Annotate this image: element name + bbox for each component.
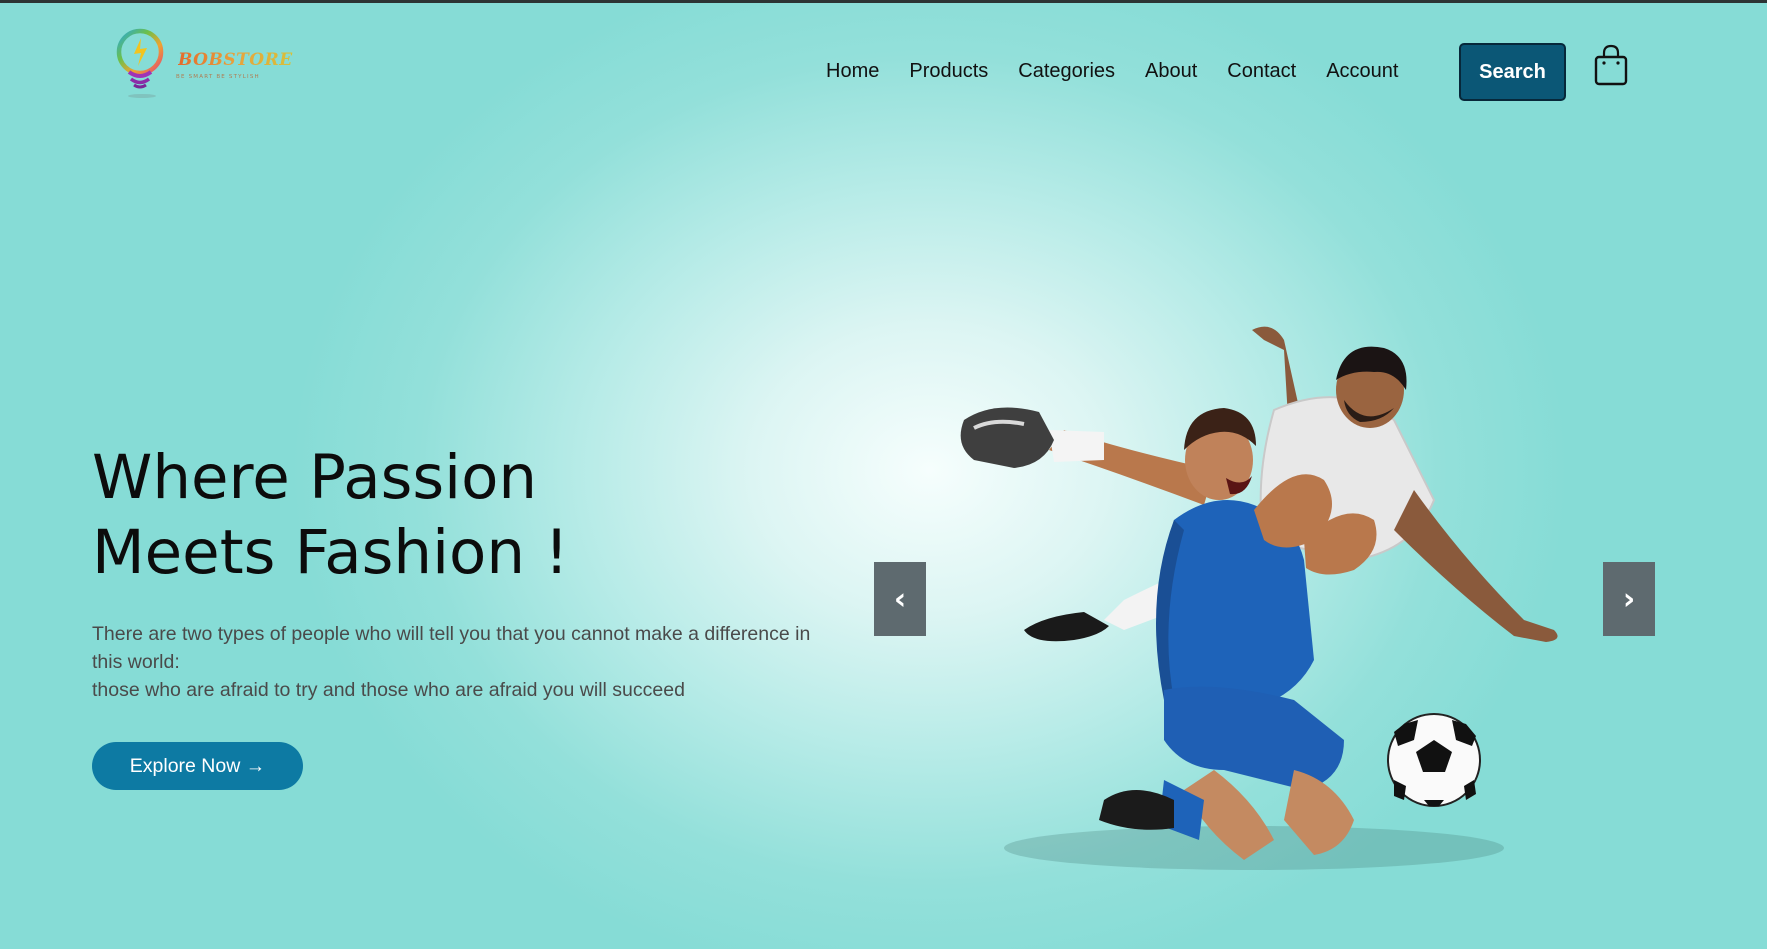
- nav-contact[interactable]: Contact: [1227, 60, 1296, 83]
- soccer-players-illustration: [960, 326, 1558, 870]
- hero-title: Where Passion Meets Fashion !: [92, 440, 732, 590]
- hero-carousel-image: [874, 300, 1659, 900]
- nav-products[interactable]: Products: [909, 60, 988, 83]
- brand-logo[interactable]: BOBSTORE BE SMART BE STYLISH: [114, 26, 292, 98]
- main-nav: Home Products Categories About Contact A…: [826, 58, 1428, 84]
- carousel-next-button[interactable]: ›: [1603, 562, 1655, 636]
- shopping-bag-icon[interactable]: [1594, 44, 1628, 86]
- hero-title-line: Meets Fashion !: [92, 517, 569, 588]
- lightbulb-logo-icon: [116, 28, 164, 98]
- brand-name: BOBSTORE: [178, 50, 293, 70]
- top-border: [0, 0, 1767, 3]
- nav-home[interactable]: Home: [826, 60, 879, 83]
- hero-title-line: Where Passion: [92, 442, 538, 513]
- nav-account[interactable]: Account: [1326, 60, 1398, 83]
- brand-tagline: BE SMART BE STYLISH: [176, 74, 260, 80]
- hero-description: There are two types of people who will t…: [92, 620, 892, 704]
- nav-about[interactable]: About: [1145, 60, 1197, 83]
- nav-categories[interactable]: Categories: [1018, 60, 1115, 83]
- explore-now-button[interactable]: Explore Now →: [92, 742, 303, 790]
- hero-description-line: this world:: [92, 651, 180, 673]
- hero-description-line: There are two types of people who will t…: [92, 623, 811, 645]
- search-button[interactable]: Search: [1459, 43, 1566, 101]
- carousel-prev-button[interactable]: ‹: [874, 562, 926, 636]
- hero-description-line: those who are afraid to try and those wh…: [92, 679, 685, 701]
